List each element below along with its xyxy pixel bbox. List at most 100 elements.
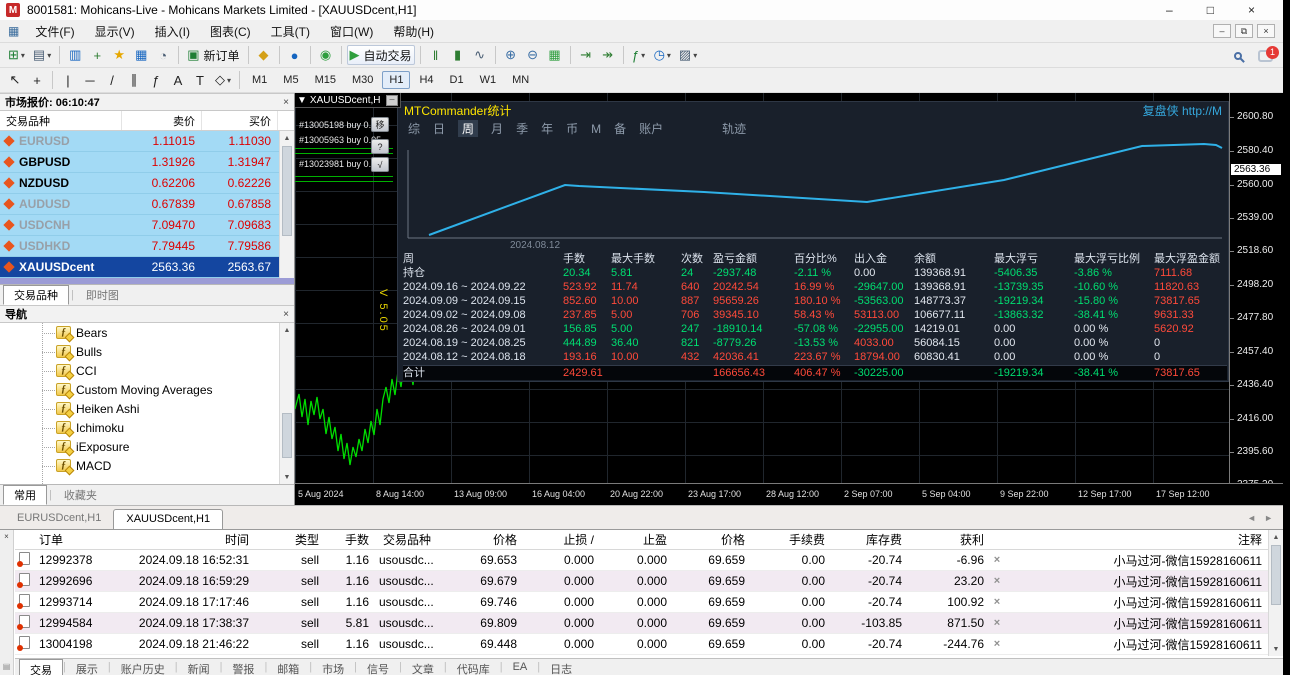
terminal-tab-警报[interactable]: 警报 xyxy=(222,659,264,675)
auto-scroll-button[interactable]: ⇥ xyxy=(576,45,596,65)
label-tool-button[interactable]: T xyxy=(190,70,210,90)
symbol-row-AUDUSD[interactable]: AUDUSD 0.67839 0.67858 xyxy=(0,194,294,215)
periods-list-button[interactable]: ◷ ▾ xyxy=(651,45,674,65)
market-watch-close-icon[interactable]: × xyxy=(283,97,289,108)
zoom-out-button[interactable]: ⊖ xyxy=(523,45,543,65)
commander-menu-日[interactable]: 日 xyxy=(433,120,445,137)
order-row-12994584[interactable]: 12994584 2024.09.18 17:38:37 sell 5.81 usous… xyxy=(15,613,1268,634)
timeframe-M30[interactable]: M30 xyxy=(345,71,380,89)
commander-menu-备[interactable]: 备 xyxy=(614,120,626,137)
symbol-row-GBPUSD[interactable]: GBPUSD 1.31926 1.31947 xyxy=(0,152,294,173)
scrollbar-thumb[interactable] xyxy=(1271,545,1281,605)
menu-显示(V)[interactable]: 显示(V) xyxy=(85,23,145,41)
menu-工具(T)[interactable]: 工具(T) xyxy=(261,23,320,41)
mdi-close-button[interactable]: × xyxy=(1257,24,1275,38)
orders-column-类型[interactable]: 类型 xyxy=(255,531,325,548)
new-order-button[interactable]: ▣ 新订单 xyxy=(184,45,242,65)
channel-tool-button[interactable]: ∥ xyxy=(124,70,144,90)
terminal-tab-新闻[interactable]: 新闻 xyxy=(178,659,220,675)
chart-mini-titlebar[interactable]: ▼ XAUUSDcent,H ─ xyxy=(295,93,401,108)
autotrading-button[interactable]: ▶ 自动交易 xyxy=(346,45,415,65)
column-header-交易品种[interactable]: 交易品种 xyxy=(0,111,122,130)
timeframe-D1[interactable]: D1 xyxy=(443,71,471,89)
navigator-item-bulls[interactable]: ƒ Bulls xyxy=(0,342,294,361)
chart-overlay-button-3[interactable]: √ xyxy=(371,157,389,172)
menu-窗口(W)[interactable]: 窗口(W) xyxy=(320,23,383,41)
timeframe-M5[interactable]: M5 xyxy=(276,71,305,89)
navigator-toggle-button[interactable]: ★ xyxy=(109,45,129,65)
order-row-13004198[interactable]: 13004198 2024.09.18 21:46:22 sell 1.16 usous… xyxy=(15,634,1268,655)
terminal-tab-代码库[interactable]: 代码库 xyxy=(447,659,500,675)
scroll-down-icon[interactable]: ▼ xyxy=(280,470,294,484)
market-watch-tab-交易品种[interactable]: 交易品种 xyxy=(3,285,69,305)
symbol-row-USDHKD[interactable]: USDHKD 7.79445 7.79586 xyxy=(0,236,294,257)
chart-window[interactable]: ▼ XAUUSDcent,H ─ #13005198 buy 0.05 #1300… xyxy=(295,93,1283,505)
minimize-window-button[interactable]: – xyxy=(1166,3,1173,17)
close-window-button[interactable]: × xyxy=(1248,3,1255,17)
symbol-row-EURUSD[interactable]: EURUSD 1.11015 1.11030 xyxy=(0,131,294,152)
close-order-icon[interactable]: × xyxy=(990,554,1004,566)
terminal-tab-日志[interactable]: 日志 xyxy=(540,659,582,675)
shapes-tool-button[interactable]: ◇ ▾ xyxy=(212,70,234,90)
orders-column-止盈[interactable]: 止盈 xyxy=(600,531,673,548)
chart-overlay-button-2[interactable]: ? xyxy=(371,139,389,154)
commander-menu-轨迹[interactable]: 轨迹 xyxy=(722,120,746,137)
tile-windows-button[interactable]: ▦ xyxy=(545,45,565,65)
navigator-tab-收藏夹[interactable]: 收藏夹 xyxy=(54,486,107,504)
templates-list-button[interactable]: ▨ ▾ xyxy=(676,45,700,65)
commander-menu-账户[interactable]: 账户 xyxy=(639,120,663,137)
navigator-item-cci[interactable]: ƒ CCI xyxy=(0,361,294,380)
chart-tab-EURUSDcent,H1[interactable]: EURUSDcent,H1 xyxy=(5,509,113,529)
scroll-up-icon[interactable]: ▲ xyxy=(280,131,294,145)
horizontal-line-tool-button[interactable]: ─ xyxy=(80,70,100,90)
candle-chart-mode-button[interactable]: ▮ xyxy=(448,45,468,65)
market-watch-toggle-button[interactable]: ▥ xyxy=(65,45,85,65)
commander-menu-周[interactable]: 周 xyxy=(458,120,479,137)
chart-overlay-button-1[interactable]: 移 xyxy=(371,117,389,132)
scroll-up-icon[interactable]: ▲ xyxy=(1269,530,1283,544)
column-header-买价[interactable]: 买价 xyxy=(202,111,278,130)
timeframe-H1[interactable]: H1 xyxy=(382,71,411,89)
terminal-panel-toggle-button[interactable]: ▦ xyxy=(131,45,151,65)
terminal-close-icon[interactable]: × xyxy=(0,532,13,541)
maximize-window-button[interactable]: □ xyxy=(1207,3,1214,17)
terminal-tab-展示[interactable]: 展示 xyxy=(66,659,108,675)
close-order-icon[interactable]: × xyxy=(990,596,1004,608)
order-row-12992696[interactable]: 12992696 2024.09.18 16:59:29 sell 1.16 usous… xyxy=(15,571,1268,592)
timeframe-H4[interactable]: H4 xyxy=(412,71,440,89)
time-axis[interactable]: 5 Aug 2024 8 Aug 14:00 13 Aug 09:00 16 Aug … xyxy=(295,483,1283,505)
text-tool-button[interactable]: A xyxy=(168,70,188,90)
chart-tab-XAUUSDcent,H1[interactable]: XAUUSDcent,H1 xyxy=(113,509,224,529)
tabs-scroll-left-icon[interactable]: ◄ xyxy=(1247,513,1256,523)
signals-button[interactable]: ◉ xyxy=(316,45,336,65)
orders-column-订单[interactable]: 订单 xyxy=(37,531,117,548)
terminal-tab-账户历史[interactable]: 账户历史 xyxy=(111,659,175,675)
terminal-tab-文章[interactable]: 文章 xyxy=(402,659,444,675)
crosshair-tool-button[interactable]: + xyxy=(27,70,47,90)
orders-column-手数[interactable]: 手数 xyxy=(325,531,375,548)
zoom-in-button[interactable]: ⊕ xyxy=(501,45,521,65)
fibonacci-tool-button[interactable]: ƒ xyxy=(146,70,166,90)
commander-menu-月[interactable]: 月 xyxy=(491,120,503,137)
order-row-12992378[interactable]: 12992378 2024.09.18 16:52:31 sell 1.16 usous… xyxy=(15,550,1268,571)
price-scale[interactable]: 2563.36 2600.80 2580.40 2560.00 2539.00 2518… xyxy=(1229,93,1283,490)
scrollbar-thumb[interactable] xyxy=(282,146,292,236)
orders-column-止损 /[interactable]: 止损 / xyxy=(523,531,600,548)
close-order-icon[interactable]: × xyxy=(990,617,1004,629)
tabs-scroll-right-icon[interactable]: ► xyxy=(1264,513,1273,523)
navigator-tab-常用[interactable]: 常用 xyxy=(3,485,47,505)
orders-column-获利[interactable]: 获利 xyxy=(908,531,990,548)
menu-帮助(H)[interactable]: 帮助(H) xyxy=(383,23,444,41)
symbol-row-XAUUSDcent[interactable]: XAUUSDcent 2563.36 2563.67 xyxy=(0,257,294,278)
commander-menu-季[interactable]: 季 xyxy=(516,120,528,137)
column-header-卖价[interactable]: 卖价 xyxy=(122,111,202,130)
mdi-restore-button[interactable]: ⧉ xyxy=(1235,24,1253,38)
chart-shift-button[interactable]: ↠ xyxy=(598,45,618,65)
terminal-tab-交易[interactable]: 交易 xyxy=(19,659,63,675)
navigator-item-custom-moving-averages[interactable]: ƒ Custom Moving Averages xyxy=(0,380,294,399)
timeframe-W1[interactable]: W1 xyxy=(473,71,504,89)
navigator-item-heiken-ashi[interactable]: ƒ Heiken Ashi xyxy=(0,399,294,418)
cursor-tool-button[interactable]: ↖ xyxy=(5,70,25,90)
timeframe-M1[interactable]: M1 xyxy=(245,71,274,89)
menu-文件(F)[interactable]: 文件(F) xyxy=(25,23,84,41)
